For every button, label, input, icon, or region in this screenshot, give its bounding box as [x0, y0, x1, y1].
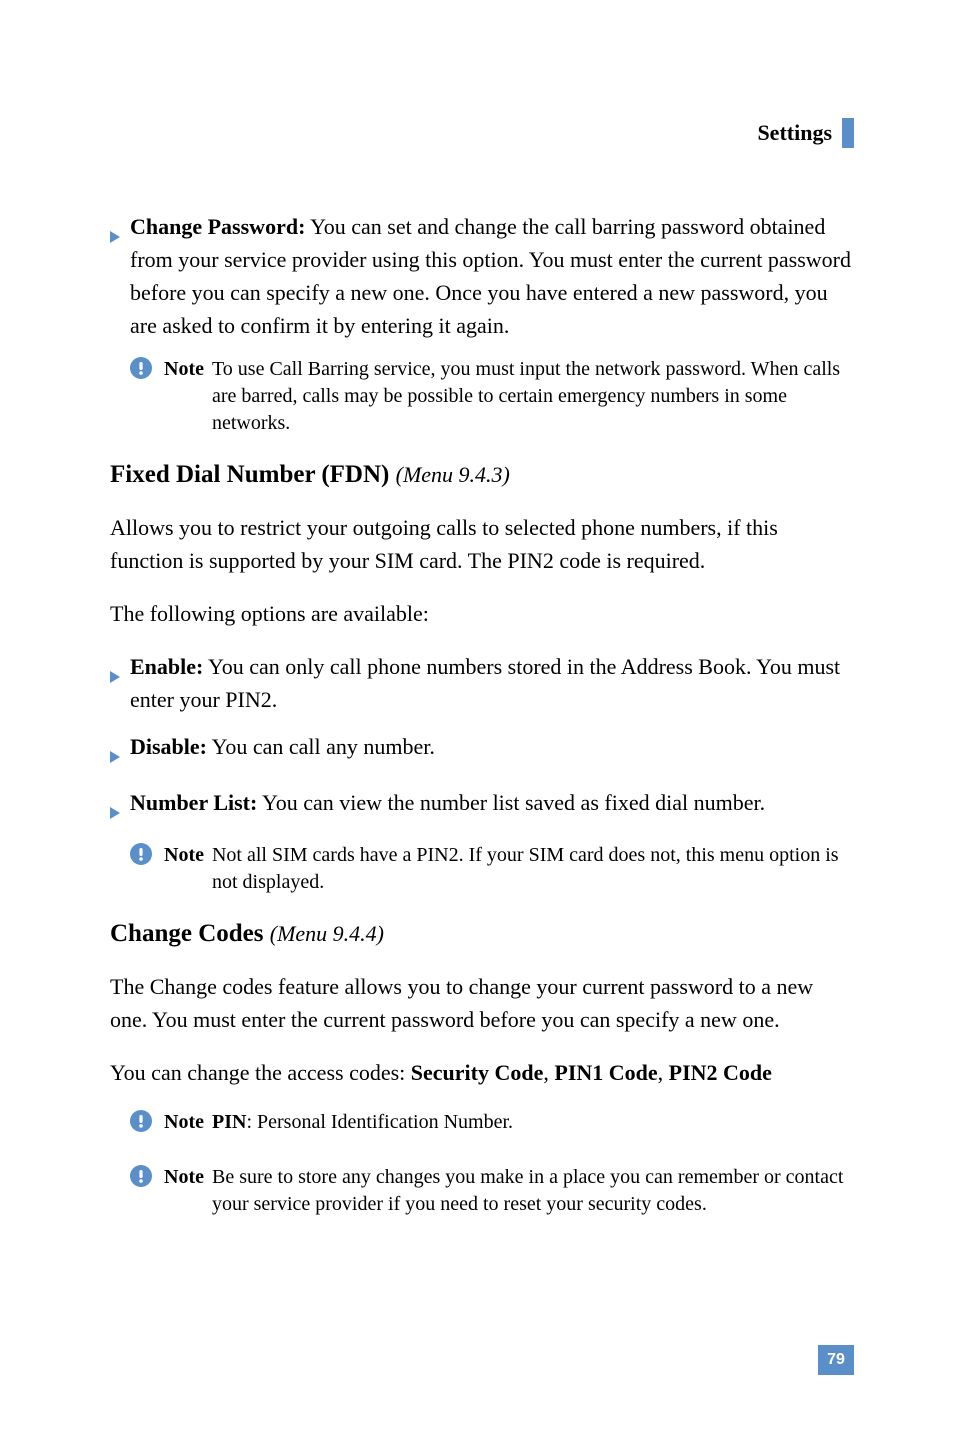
fdn-numberlist-item: Number List: You can view the number lis… [110, 786, 854, 828]
note-content: Note To use Call Barring service, you mu… [164, 356, 854, 437]
note-content: Note Be sure to store any changes you ma… [164, 1164, 854, 1218]
change-codes-para2: You can change the access codes: Securit… [110, 1056, 854, 1089]
change-codes-heading-text: Change Codes [110, 920, 264, 947]
page-number: 79 [818, 1345, 854, 1375]
note-pin2: Note Not all SIM cards have a PIN2. If y… [130, 842, 854, 896]
bullet-triangle-icon [110, 219, 120, 252]
note-pin-definition: Note PIN: Personal Identification Number… [130, 1109, 854, 1140]
header-title: Settings [757, 120, 832, 146]
fdn-enable-item: Enable: You can only call phone numbers … [110, 650, 854, 716]
note-content: Note Not all SIM cards have a PIN2. If y… [164, 842, 854, 896]
note-alert-icon [130, 357, 152, 387]
fdn-para1: Allows you to restrict your outgoing cal… [110, 511, 854, 577]
fdn-enable-desc: You can only call phone numbers stored i… [130, 654, 840, 712]
header-accent-bar [842, 118, 854, 148]
note-call-barring: Note To use Call Barring service, you mu… [130, 356, 854, 437]
fdn-menu-ref: (Menu 9.4.3) [396, 462, 510, 487]
change-password-label: Change Password: [130, 214, 305, 239]
note-content: Note PIN: Personal Identification Number… [164, 1109, 854, 1136]
note-label: Note [164, 842, 204, 896]
fdn-enable-label: Enable: [130, 654, 203, 679]
pin-def: : Personal Identification Number. [246, 1111, 513, 1133]
fdn-heading-text: Fixed Dial Number (FDN) [110, 461, 389, 488]
change-codes-heading: Change Codes (Menu 9.4.4) [110, 920, 854, 948]
sep: , [658, 1060, 669, 1085]
fdn-numberlist-text: Number List: You can view the number lis… [130, 786, 854, 819]
sep: , [543, 1060, 554, 1085]
note-text: To use Call Barring service, you must in… [212, 356, 854, 437]
fdn-numberlist-label: Number List: [130, 790, 257, 815]
fdn-disable-text: Disable: You can call any number. [130, 730, 854, 763]
pin1-code: PIN1 Code [554, 1060, 657, 1085]
change-codes-para1: The Change codes feature allows you to c… [110, 970, 854, 1036]
bullet-triangle-icon [110, 795, 120, 828]
fdn-para2: The following options are available: [110, 597, 854, 630]
note-alert-icon [130, 1110, 152, 1140]
note-text: Be sure to store any changes you make in… [212, 1164, 854, 1218]
fdn-disable-item: Disable: You can call any number. [110, 730, 854, 772]
note-alert-icon [130, 843, 152, 873]
change-password-item: Change Password: You can set and change … [110, 210, 854, 342]
security-code: Security Code [411, 1060, 544, 1085]
change-codes-pre: You can change the access codes: [110, 1060, 411, 1085]
note-label: Note [164, 1164, 204, 1218]
note-label: Note [164, 356, 204, 437]
page-content: Change Password: You can set and change … [110, 210, 854, 1218]
fdn-numberlist-desc: You can view the number list saved as fi… [257, 790, 765, 815]
note-text: Not all SIM cards have a PIN2. If your S… [212, 842, 854, 896]
bullet-triangle-icon [110, 659, 120, 692]
note-text: PIN: Personal Identification Number. [212, 1109, 854, 1136]
pin-bold: PIN [212, 1111, 246, 1133]
page-header: Settings [757, 118, 854, 148]
bullet-triangle-icon [110, 739, 120, 772]
note-label: Note [164, 1109, 204, 1136]
fdn-disable-label: Disable: [130, 734, 207, 759]
change-password-text: Change Password: You can set and change … [130, 210, 854, 342]
change-codes-menu-ref: (Menu 9.4.4) [270, 921, 384, 946]
pin2-code: PIN2 Code [669, 1060, 772, 1085]
fdn-heading: Fixed Dial Number (FDN) (Menu 9.4.3) [110, 461, 854, 489]
note-alert-icon [130, 1165, 152, 1195]
fdn-disable-desc: You can call any number. [207, 734, 435, 759]
note-store-changes: Note Be sure to store any changes you ma… [130, 1164, 854, 1218]
fdn-enable-text: Enable: You can only call phone numbers … [130, 650, 854, 716]
